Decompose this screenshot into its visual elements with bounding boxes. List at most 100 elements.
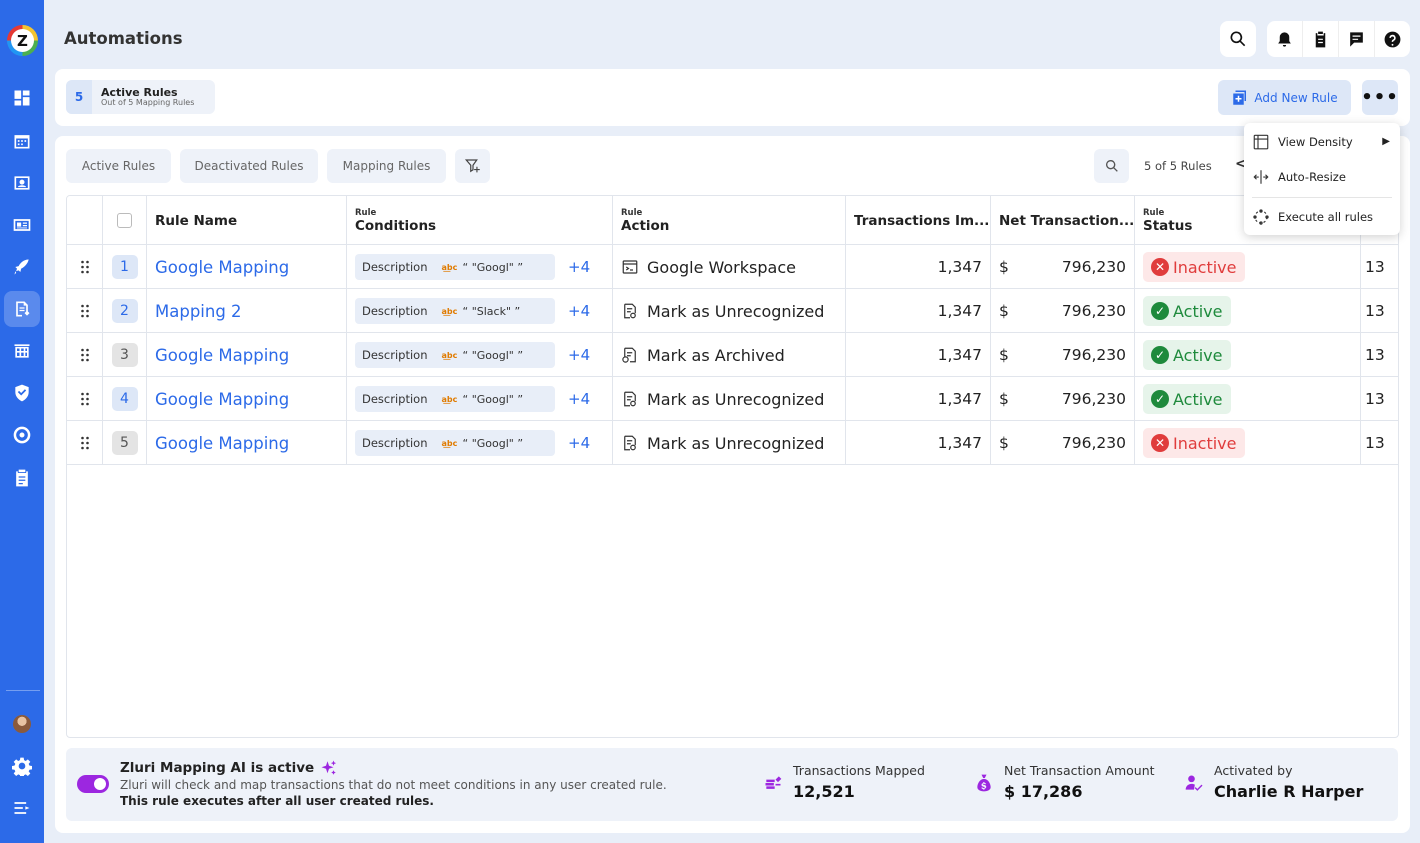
net-transaction-cell: $796,230 bbox=[991, 333, 1135, 377]
rule-name-link[interactable]: Google Mapping bbox=[147, 434, 289, 453]
more-conditions-link[interactable]: +4 bbox=[568, 258, 590, 276]
rule-name-cell[interactable]: Google Mapping bbox=[147, 421, 347, 465]
rules-table: Rule Name Rule Conditions Rule Action Tran… bbox=[66, 195, 1399, 738]
header-net-transaction-label: Net Transaction... bbox=[999, 212, 1134, 229]
building-icon[interactable] bbox=[0, 333, 44, 369]
more-conditions-link[interactable]: +4 bbox=[568, 346, 590, 364]
more-options-menu: View Density ▶ Auto-Resize Execute all r… bbox=[1244, 123, 1400, 235]
unrecognized-icon bbox=[624, 391, 636, 407]
currency: $ bbox=[999, 434, 1009, 452]
header-conditions[interactable]: Rule Conditions bbox=[347, 196, 613, 245]
condition-field: Description bbox=[362, 304, 428, 318]
rule-name-link[interactable]: Google Mapping bbox=[147, 258, 289, 277]
more-conditions-link[interactable]: +4 bbox=[568, 434, 590, 452]
menu-auto-resize[interactable]: Auto-Resize bbox=[1244, 160, 1400, 193]
drag-handle-icon[interactable] bbox=[67, 377, 103, 421]
condition-chip[interactable]: Description a͟bc “ "Googl" ” bbox=[355, 342, 555, 368]
rule-name-cell[interactable]: Google Mapping bbox=[147, 333, 347, 377]
search-button[interactable] bbox=[1220, 21, 1256, 57]
search-icon bbox=[1230, 31, 1246, 47]
notifications-button[interactable] bbox=[1267, 21, 1303, 57]
status-label: Active bbox=[1173, 389, 1223, 409]
menu-view-density[interactable]: View Density ▶ bbox=[1244, 125, 1400, 158]
tab-deactivated-rules[interactable]: Deactivated Rules bbox=[180, 149, 318, 183]
active-rules-subtitle: Out of 5 Mapping Rules bbox=[101, 97, 195, 107]
header-transactions[interactable]: Transactions Im... bbox=[846, 196, 991, 245]
status-badge[interactable]: ✓ Active bbox=[1143, 296, 1231, 326]
row-number: 1 bbox=[111, 255, 138, 279]
feedback-button[interactable] bbox=[1339, 21, 1375, 57]
avatar[interactable] bbox=[13, 715, 31, 733]
logo-letter: Z bbox=[11, 29, 34, 52]
coins-icon bbox=[763, 773, 783, 793]
status-badge[interactable]: ✕ Inactive bbox=[1143, 252, 1245, 282]
conditions-cell: Description a͟bc “ "Googl" ” +4 bbox=[347, 245, 613, 289]
add-new-rule-button[interactable]: Add New Rule bbox=[1218, 80, 1351, 115]
summary-card: 5 Active Rules Out of 5 Mapping Rules Ad… bbox=[55, 69, 1410, 126]
zluri-logo[interactable]: Z bbox=[7, 25, 38, 56]
status-cell: ✕ Inactive bbox=[1135, 245, 1361, 289]
header-net-transaction[interactable]: Net Transaction... bbox=[991, 196, 1135, 245]
header-actions bbox=[1267, 21, 1410, 57]
dashboard-icon[interactable] bbox=[0, 80, 44, 116]
tab-active-rules[interactable]: Active Rules bbox=[66, 149, 171, 183]
drag-handle-icon[interactable] bbox=[67, 289, 103, 333]
workspace-app-icon bbox=[622, 260, 638, 274]
filter-button[interactable] bbox=[455, 149, 490, 183]
table-row[interactable]: 2 Mapping 2 Description a͟bc “ "Slack" ” +… bbox=[67, 289, 1398, 333]
ai-title-row: Zluri Mapping AI is active bbox=[120, 759, 338, 777]
row-number-cell: 2 bbox=[103, 289, 147, 333]
condition-chip[interactable]: Description a͟bc “ "Googl" ” bbox=[355, 254, 555, 280]
condition-chip[interactable]: Description a͟bc “ "Googl" ” bbox=[355, 386, 555, 412]
contact-card-icon[interactable] bbox=[0, 165, 44, 201]
rule-name-link[interactable]: Google Mapping bbox=[147, 390, 289, 409]
clipboard-icon[interactable] bbox=[0, 460, 44, 496]
select-all-checkbox[interactable] bbox=[117, 213, 132, 228]
help-button[interactable] bbox=[1375, 21, 1410, 57]
more-conditions-link[interactable]: +4 bbox=[568, 302, 590, 320]
status-badge[interactable]: ✕ Inactive bbox=[1143, 428, 1245, 458]
drag-handle-icon[interactable] bbox=[67, 333, 103, 377]
tab-mapping-rules[interactable]: Mapping Rules bbox=[327, 149, 446, 183]
calendar-icon[interactable] bbox=[0, 123, 44, 159]
condition-chip[interactable]: Description a͟bc “ "Googl" ” bbox=[355, 430, 555, 456]
rule-name-cell[interactable]: Google Mapping bbox=[147, 245, 347, 289]
status-badge[interactable]: ✓ Active bbox=[1143, 340, 1231, 370]
currency: $ bbox=[999, 390, 1009, 408]
conditions-cell: Description a͟bc “ "Googl" ” +4 bbox=[347, 421, 613, 465]
drag-handle-icon[interactable] bbox=[67, 421, 103, 465]
rule-name-cell[interactable]: Google Mapping bbox=[147, 377, 347, 421]
menu-expand-icon[interactable] bbox=[0, 790, 44, 826]
active-rules-count: 5 bbox=[66, 80, 92, 114]
menu-execute-all[interactable]: Execute all rules bbox=[1244, 200, 1400, 233]
active-check-icon: ✓ bbox=[1151, 346, 1169, 364]
id-card-icon[interactable] bbox=[0, 207, 44, 243]
more-options-button[interactable]: ••• bbox=[1361, 80, 1398, 115]
header-action[interactable]: Rule Action bbox=[613, 196, 846, 245]
status-label: Active bbox=[1173, 301, 1223, 321]
status-badge[interactable]: ✓ Active bbox=[1143, 384, 1231, 414]
table-search-button[interactable] bbox=[1094, 149, 1129, 183]
shield-icon[interactable] bbox=[0, 375, 44, 411]
drag-handle-icon[interactable] bbox=[67, 245, 103, 289]
gear-icon[interactable] bbox=[0, 748, 44, 784]
ai-description: Zluri will check and map transactions th… bbox=[120, 778, 667, 792]
header-rule-name[interactable]: Rule Name bbox=[147, 196, 347, 245]
table-row[interactable]: 4 Google Mapping Description a͟bc “ "Googl… bbox=[67, 377, 1398, 421]
table-row[interactable]: 3 Google Mapping Description a͟bc “ "Googl… bbox=[67, 333, 1398, 377]
more-conditions-link[interactable]: +4 bbox=[568, 390, 590, 408]
active-rules-summary: 5 Active Rules Out of 5 Mapping Rules bbox=[66, 80, 215, 114]
mapping-icon[interactable] bbox=[4, 291, 40, 327]
extra-cell: 13 bbox=[1365, 390, 1385, 408]
header-conditions-top: Rule bbox=[355, 207, 377, 218]
rocket-icon[interactable] bbox=[0, 249, 44, 285]
rule-name-cell[interactable]: Mapping 2 bbox=[147, 289, 347, 333]
tasks-button[interactable] bbox=[1303, 21, 1339, 57]
rule-name-link[interactable]: Google Mapping bbox=[147, 346, 289, 365]
rule-name-link[interactable]: Mapping 2 bbox=[147, 302, 242, 321]
globe-icon[interactable] bbox=[0, 417, 44, 453]
condition-chip[interactable]: Description a͟bc “ "Slack" ” bbox=[355, 298, 555, 324]
table-row[interactable]: 5 Google Mapping Description a͟bc “ "Googl… bbox=[67, 421, 1398, 465]
ai-mapping-toggle[interactable] bbox=[77, 775, 109, 793]
table-row[interactable]: 1 Google Mapping Description a͟bc “ "Googl… bbox=[67, 245, 1398, 289]
